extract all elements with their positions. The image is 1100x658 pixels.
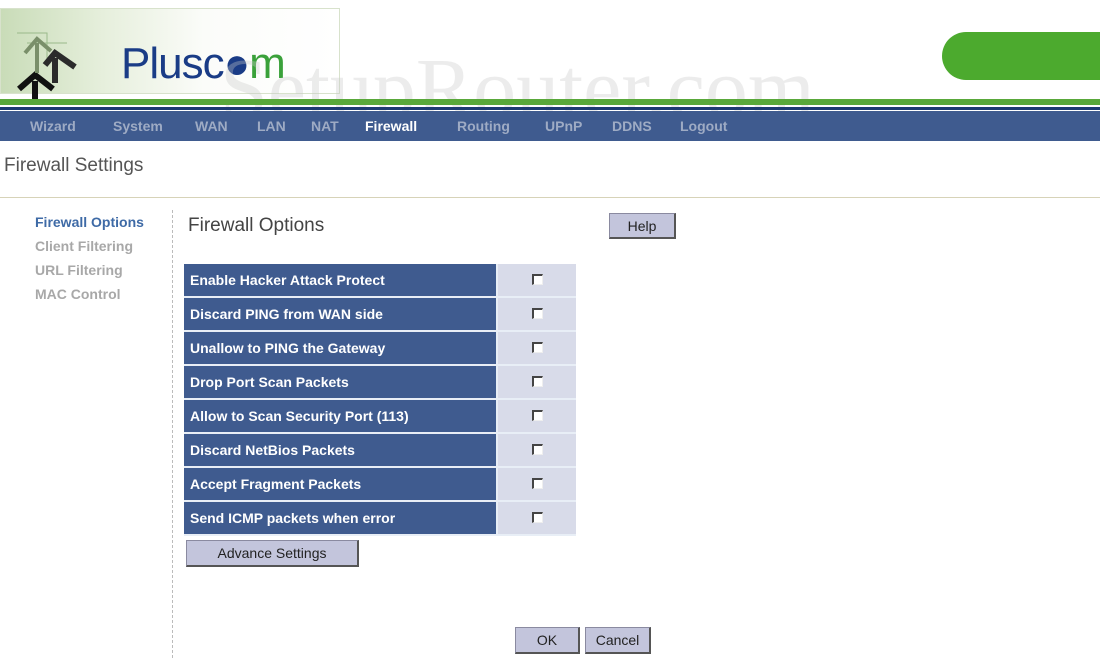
nav-ddns[interactable]: DDNS xyxy=(612,118,652,134)
sidebar-divider xyxy=(172,210,173,658)
option-row: Unallow to PING the Gateway xyxy=(184,332,576,366)
page-title: Firewall Settings xyxy=(4,155,144,176)
option-checkbox[interactable] xyxy=(531,478,543,490)
nav-routing[interactable]: Routing xyxy=(457,118,510,134)
cancel-button[interactable]: Cancel xyxy=(585,627,651,654)
header-green-tab xyxy=(942,32,1100,80)
option-checkbox[interactable] xyxy=(531,308,543,320)
option-label: Drop Port Scan Packets xyxy=(184,366,498,400)
option-row: Discard NetBios Packets xyxy=(184,434,576,468)
logo-o-globe: ● xyxy=(223,39,251,88)
header-green-divider xyxy=(0,99,1100,105)
option-checkbox[interactable] xyxy=(531,410,543,422)
sidebar-item-firewall-options[interactable]: Firewall Options xyxy=(35,213,144,237)
option-row: Accept Fragment Packets xyxy=(184,468,576,502)
option-checkbox[interactable] xyxy=(531,342,543,354)
nav-upnp[interactable]: UPnP xyxy=(545,118,582,134)
option-checkbox[interactable] xyxy=(531,274,543,286)
main-nav: Wizard System WAN LAN NAT Firewall Routi… xyxy=(0,111,1100,141)
nav-nat[interactable]: NAT xyxy=(311,118,339,134)
option-label: Unallow to PING the Gateway xyxy=(184,332,498,366)
option-label: Enable Hacker Attack Protect xyxy=(184,264,498,298)
option-row: Send ICMP packets when error xyxy=(184,502,576,536)
header-blue-divider xyxy=(0,107,1100,110)
nav-wizard[interactable]: Wizard xyxy=(30,118,76,134)
title-divider xyxy=(0,197,1100,198)
option-row: Enable Hacker Attack Protect xyxy=(184,264,576,298)
nav-firewall[interactable]: Firewall xyxy=(365,118,417,134)
option-row: Drop Port Scan Packets xyxy=(184,366,576,400)
firewall-options-table: Enable Hacker Attack Protect Discard PIN… xyxy=(184,264,576,536)
section-title: Firewall Options xyxy=(188,215,325,236)
nav-lan[interactable]: LAN xyxy=(257,118,286,134)
option-label: Accept Fragment Packets xyxy=(184,468,498,502)
pluscom-logo-text: Plusc●m xyxy=(121,39,286,88)
nav-logout[interactable]: Logout xyxy=(680,118,727,134)
header: Plusc●m SetupRouter.com xyxy=(0,0,1100,136)
ok-button[interactable]: OK xyxy=(515,627,580,654)
option-row: Allow to Scan Security Port (113) xyxy=(184,400,576,434)
nav-wan[interactable]: WAN xyxy=(195,118,228,134)
help-button[interactable]: Help xyxy=(609,213,676,239)
option-label: Discard NetBios Packets xyxy=(184,434,498,468)
option-checkbox[interactable] xyxy=(531,512,543,524)
sidebar-item-mac-control[interactable]: MAC Control xyxy=(35,285,144,309)
option-row: Discard PING from WAN side xyxy=(184,298,576,332)
sidebar-item-client-filtering[interactable]: Client Filtering xyxy=(35,237,144,261)
arrows-logo-icon xyxy=(17,32,77,101)
sidebar-item-url-filtering[interactable]: URL Filtering xyxy=(35,261,144,285)
option-checkbox[interactable] xyxy=(531,444,543,456)
option-label: Discard PING from WAN side xyxy=(184,298,498,332)
option-label: Allow to Scan Security Port (113) xyxy=(184,400,498,434)
logo-banner: Plusc●m xyxy=(0,8,340,101)
option-label: Send ICMP packets when error xyxy=(184,502,498,536)
option-checkbox[interactable] xyxy=(531,376,543,388)
nav-system[interactable]: System xyxy=(113,118,163,134)
advance-settings-button[interactable]: Advance Settings xyxy=(186,540,359,567)
sidebar: Firewall Options Client Filtering URL Fi… xyxy=(35,213,144,309)
